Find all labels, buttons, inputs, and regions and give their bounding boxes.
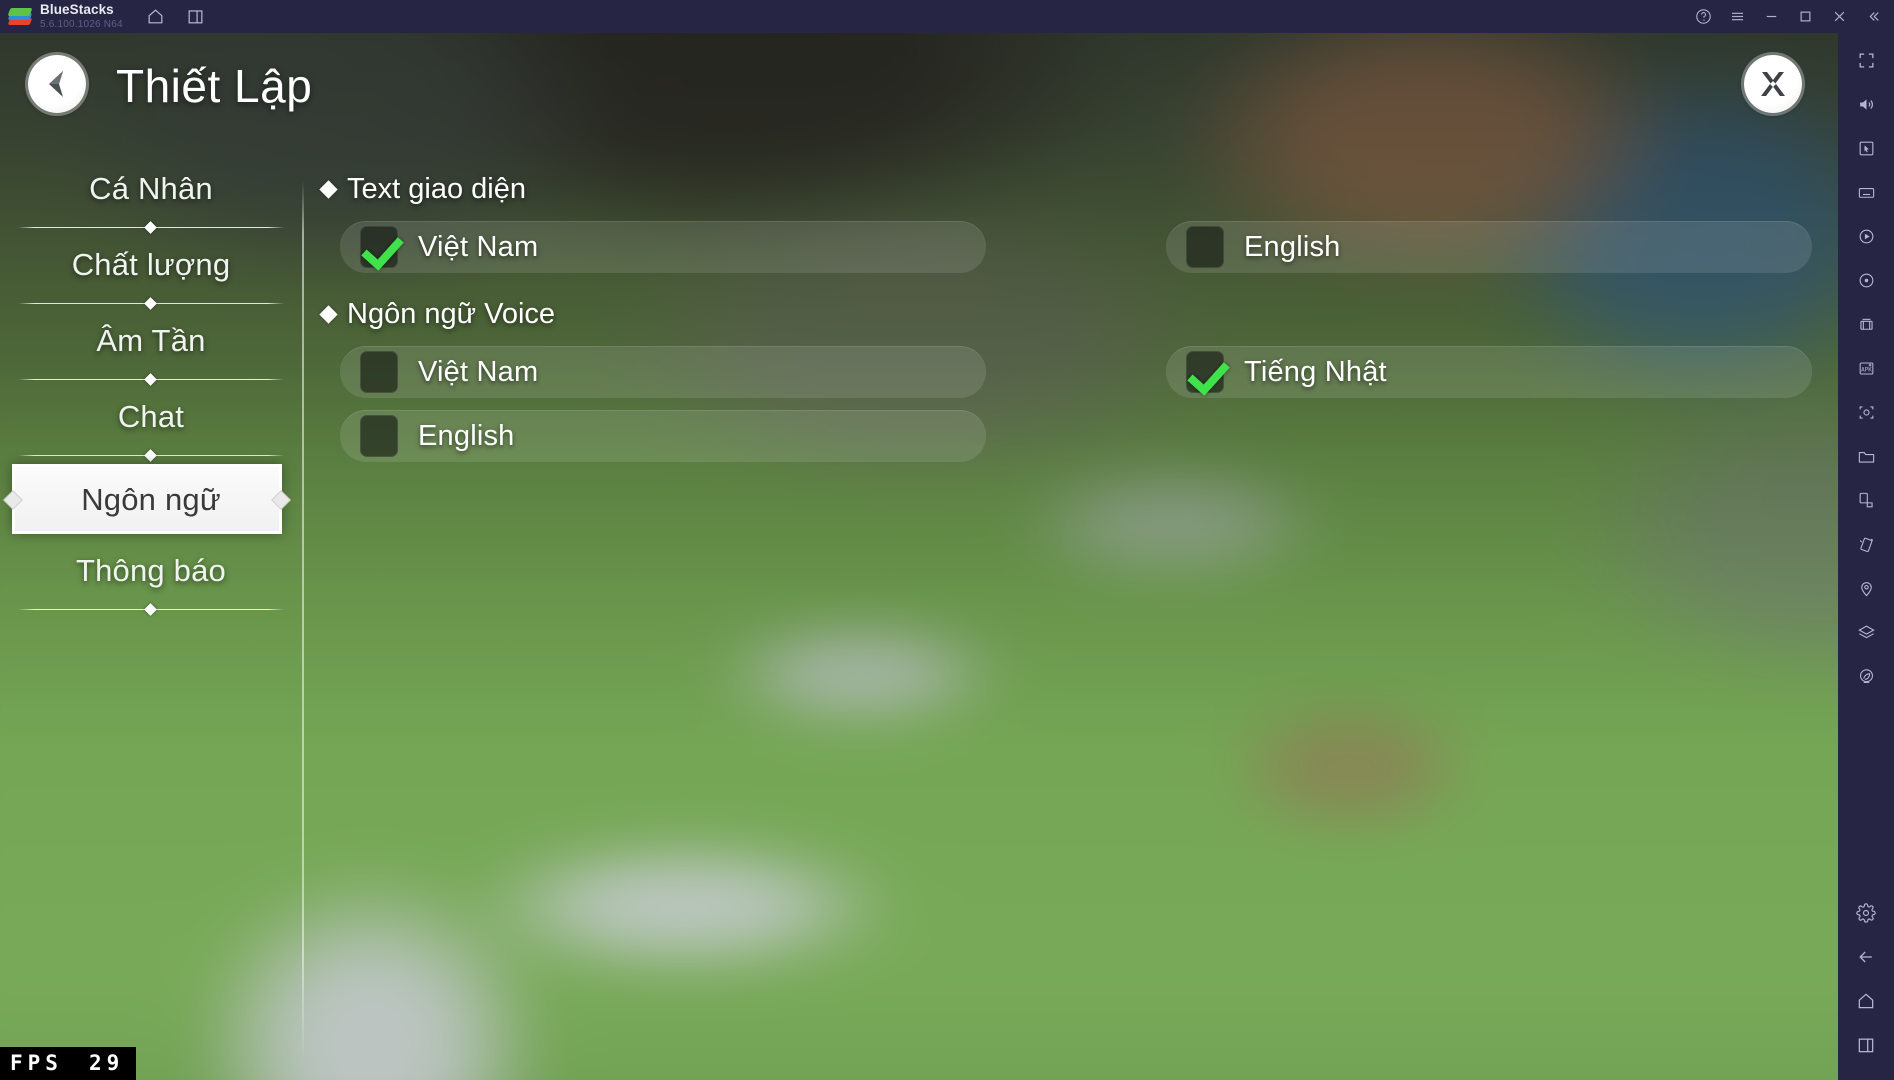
settings-header: Thiết Lập [0,33,1838,145]
option-voice-english[interactable]: English [340,410,986,462]
option-label: English [1244,230,1341,263]
app-name: BlueStacks [40,2,114,18]
option-voice-tieng-nhat[interactable]: Tiếng Nhật [1166,346,1812,398]
settings-sidebar: Cá Nhân Chất lượng Âm Tần Chat Ngôn ngữ … [0,158,302,1038]
sidebar-item-chat-luong[interactable]: Chất lượng [0,234,302,310]
sidebar-item-am-tan[interactable]: Âm Tần [0,310,302,386]
titlebar-nav-icons [141,4,211,30]
checkbox-checked-icon[interactable] [360,226,398,268]
option-ui-english[interactable]: English [1166,221,1812,273]
option-label: Việt Nam [418,355,539,388]
multi-instance-icon[interactable] [1847,305,1885,343]
maximize-icon[interactable] [1788,2,1822,32]
rotate-icon[interactable] [1847,481,1885,519]
recent-apps-icon[interactable] [1847,1026,1885,1064]
sidebar-separator [18,450,284,462]
sidebar-separator [18,604,284,616]
sidebar-separator [18,222,284,234]
svg-text:APK: APK [1861,366,1872,373]
cursor-icon[interactable] [1847,129,1885,167]
multi-instance-icon[interactable] [181,4,211,30]
sidebar-item-label: Chat [117,399,185,434]
diamond-bullet-icon [319,180,338,199]
option-label: Tiếng Nhật [1244,355,1387,388]
fps-value: 29 [88,1051,125,1075]
section-title: Text giao diện [347,173,526,205]
volume-icon[interactable] [1847,85,1885,123]
section-header: Ngôn ngữ Voice [319,298,1812,331]
app-identity: BlueStacks 5.6.100.1026 N64 [40,3,123,30]
home-icon[interactable] [1847,982,1885,1020]
back-icon[interactable] [1847,938,1885,976]
sidebar-item-chat[interactable]: Chat [0,386,302,462]
eco-mode-icon[interactable] [1847,657,1885,695]
minimize-icon[interactable] [1754,2,1788,32]
sidebar-item-ca-nhan[interactable]: Cá Nhân [0,158,302,234]
back-button[interactable] [28,55,86,113]
location-icon[interactable] [1847,569,1885,607]
screenshot-icon[interactable] [1847,393,1885,431]
help-icon[interactable] [1686,2,1720,32]
sidebar-item-label: Cá Nhân [89,171,213,206]
sidebar-item-label: Ngôn ngữ [81,482,221,517]
sidebar-item-label: Âm Tần [96,323,206,358]
home-icon[interactable] [141,4,171,30]
sidebar-item-thong-bao[interactable]: Thông báo [0,540,302,616]
keyboard-icon[interactable] [1847,173,1885,211]
menu-icon[interactable] [1720,2,1754,32]
layers-icon[interactable] [1847,613,1885,651]
macro-icon[interactable] [1847,217,1885,255]
option-label: Việt Nam [418,230,539,263]
settings-content: Text giao diện Việt Nam English Ngôn ngữ… [319,173,1812,487]
bluestacks-logo-icon [7,6,33,28]
option-grid: Việt Nam Tiếng Nhật English [322,341,1812,469]
shoot-icon[interactable] [1847,261,1885,299]
option-grid: Việt Nam English [322,216,1812,280]
folder-icon[interactable] [1847,437,1885,475]
settings-close-button[interactable] [1744,55,1802,113]
rail-bottom-group [1847,894,1885,1080]
fullscreen-icon[interactable] [1847,41,1885,79]
fps-label: FPS [10,1051,63,1075]
back-arrow-diamond-icon [40,67,74,101]
close-icon[interactable] [1822,2,1856,32]
app-version: 5.6.100.1026 N64 [40,18,123,30]
bluestacks-window: BlueStacks 5.6.100.1026 N64 Thiết Lập Cá… [0,0,1894,1080]
checkbox-unchecked-icon[interactable] [1186,226,1224,268]
sidebar-separator [18,298,284,310]
sidebar-item-label: Thông báo [75,553,227,588]
close-x-icon [1756,67,1790,101]
window-titlebar: BlueStacks 5.6.100.1026 N64 [0,0,1894,33]
window-controls [1686,0,1890,33]
section-title: Ngôn ngữ Voice [347,298,556,330]
collapse-icon[interactable] [1856,2,1890,32]
page-title: Thiết Lập [116,60,313,112]
fps-counter: FPS 29 [0,1047,137,1080]
shake-icon[interactable] [1847,525,1885,563]
sidebar-item-label: Chất lượng [71,247,231,282]
section-text-giao-dien: Text giao diện Việt Nam English [319,173,1812,280]
section-ngon-ngu-voice: Ngôn ngữ Voice Việt Nam Tiếng Nhật Engli… [319,298,1812,469]
sidebar-toolbar: APK [1838,33,1894,1080]
option-ui-vietnam[interactable]: Việt Nam [340,221,986,273]
sidebar-separator [18,374,284,386]
checkbox-unchecked-icon[interactable] [360,351,398,393]
sidebar-item-ngon-ngu[interactable]: Ngôn ngữ [0,462,302,540]
install-apk-icon[interactable]: APK [1847,349,1885,387]
game-viewport: Thiết Lập Cá Nhân Chất lượng Âm Tần Chat… [0,33,1838,1080]
checkbox-checked-icon[interactable] [1186,351,1224,393]
gear-icon[interactable] [1847,894,1885,932]
option-label: English [418,419,515,452]
diamond-bullet-icon [319,305,338,324]
section-header: Text giao diện [319,173,1812,206]
sidebar-divider [302,181,304,1061]
option-voice-vietnam[interactable]: Việt Nam [340,346,986,398]
checkbox-unchecked-icon[interactable] [360,415,398,457]
